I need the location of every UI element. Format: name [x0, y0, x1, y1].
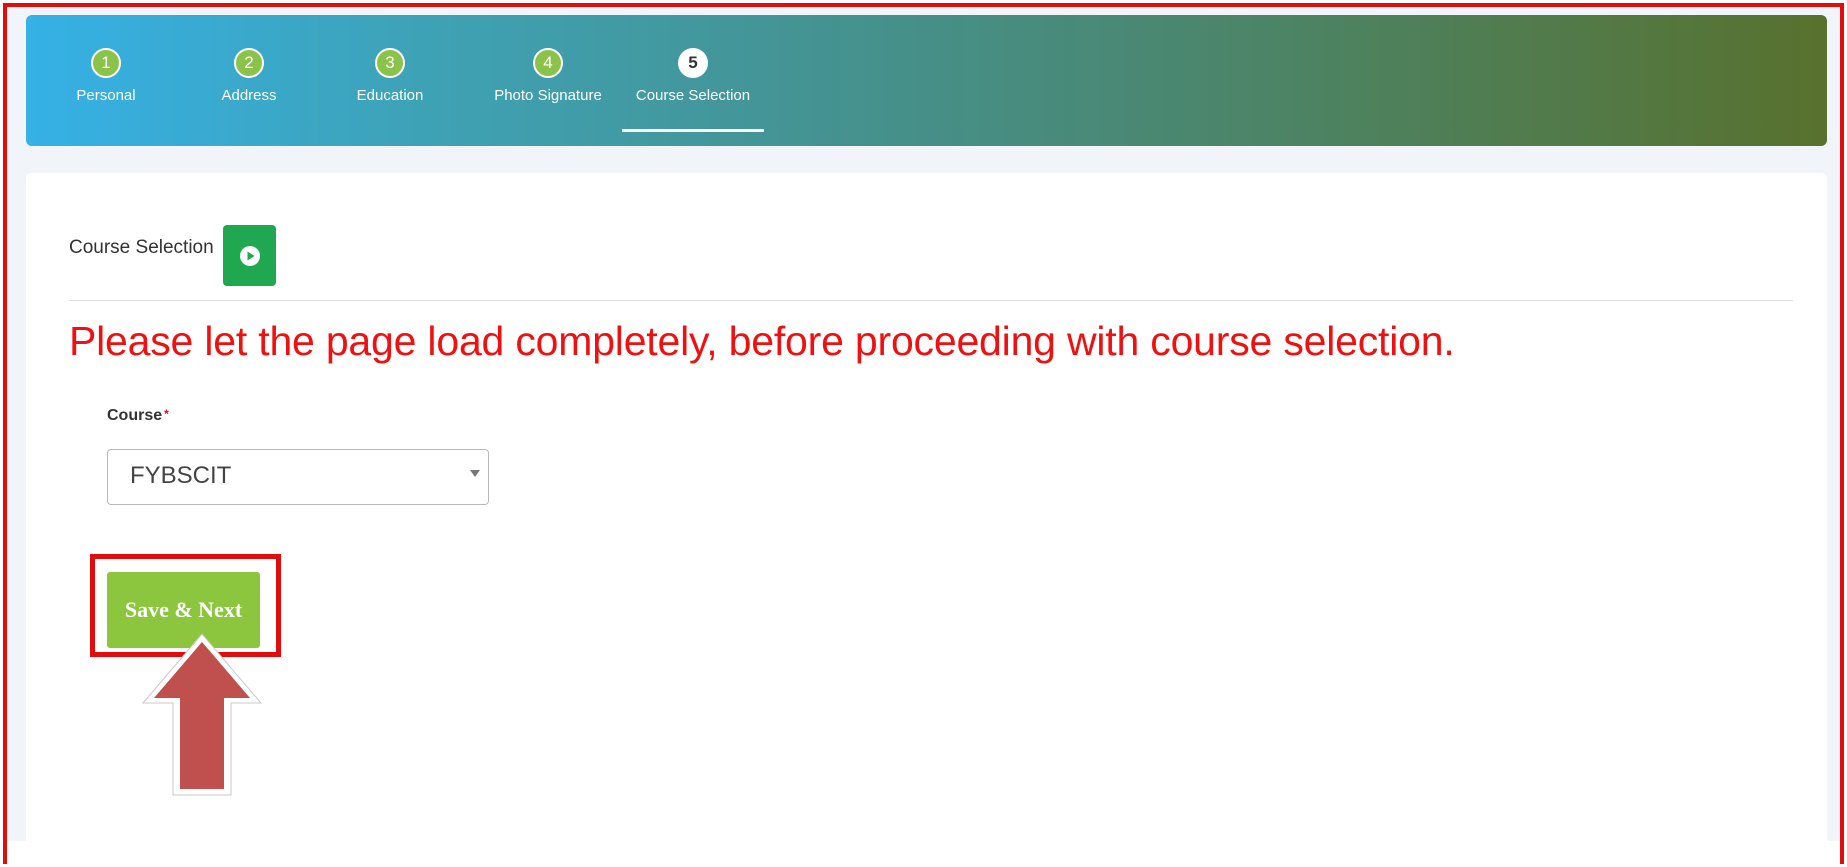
step-personal[interactable]: 1 Personal	[66, 15, 146, 146]
step-photo-signature[interactable]: 4 Photo Signature	[477, 15, 619, 146]
step-label: Course Selection	[635, 87, 751, 104]
page-bottom-area	[7, 841, 1840, 864]
course-label-text: Course	[107, 407, 163, 424]
step-address[interactable]: 2 Address	[209, 15, 289, 146]
section-title: Course Selection	[69, 237, 214, 258]
section-divider	[69, 300, 1793, 301]
step-number-badge: 2	[234, 48, 264, 78]
caret-down-icon	[470, 470, 480, 477]
step-label: Personal	[76, 87, 136, 104]
step-education[interactable]: 3 Education	[350, 15, 430, 146]
page-load-warning: Please let the page load completely, bef…	[69, 318, 1455, 364]
course-select-value: FYBSCIT	[130, 462, 232, 489]
step-label: Education	[356, 87, 424, 104]
play-circle-icon	[239, 245, 260, 266]
step-label: Photo Signature	[494, 87, 602, 104]
active-step-underline	[622, 129, 764, 132]
step-number-badge: 1	[91, 48, 121, 78]
course-selection-card: Course Selection Please let the page loa…	[26, 173, 1827, 845]
course-field-label: Course *	[107, 407, 169, 425]
step-number-badge: 5	[678, 48, 708, 78]
play-video-button[interactable]	[223, 225, 276, 286]
progress-stepper: 1 Personal 2 Address 3 Education 4 Photo…	[26, 15, 1827, 146]
step-label: Address	[221, 87, 277, 104]
course-select[interactable]: FYBSCIT	[107, 449, 489, 505]
step-course-selection[interactable]: 5 Course Selection	[622, 15, 764, 146]
step-number-badge: 3	[375, 48, 405, 78]
annotated-screenshot-frame: 1 Personal 2 Address 3 Education 4 Photo…	[3, 3, 1844, 864]
required-marker: *	[164, 407, 169, 421]
up-arrow-icon	[141, 633, 263, 796]
step-number-badge: 4	[533, 48, 563, 78]
